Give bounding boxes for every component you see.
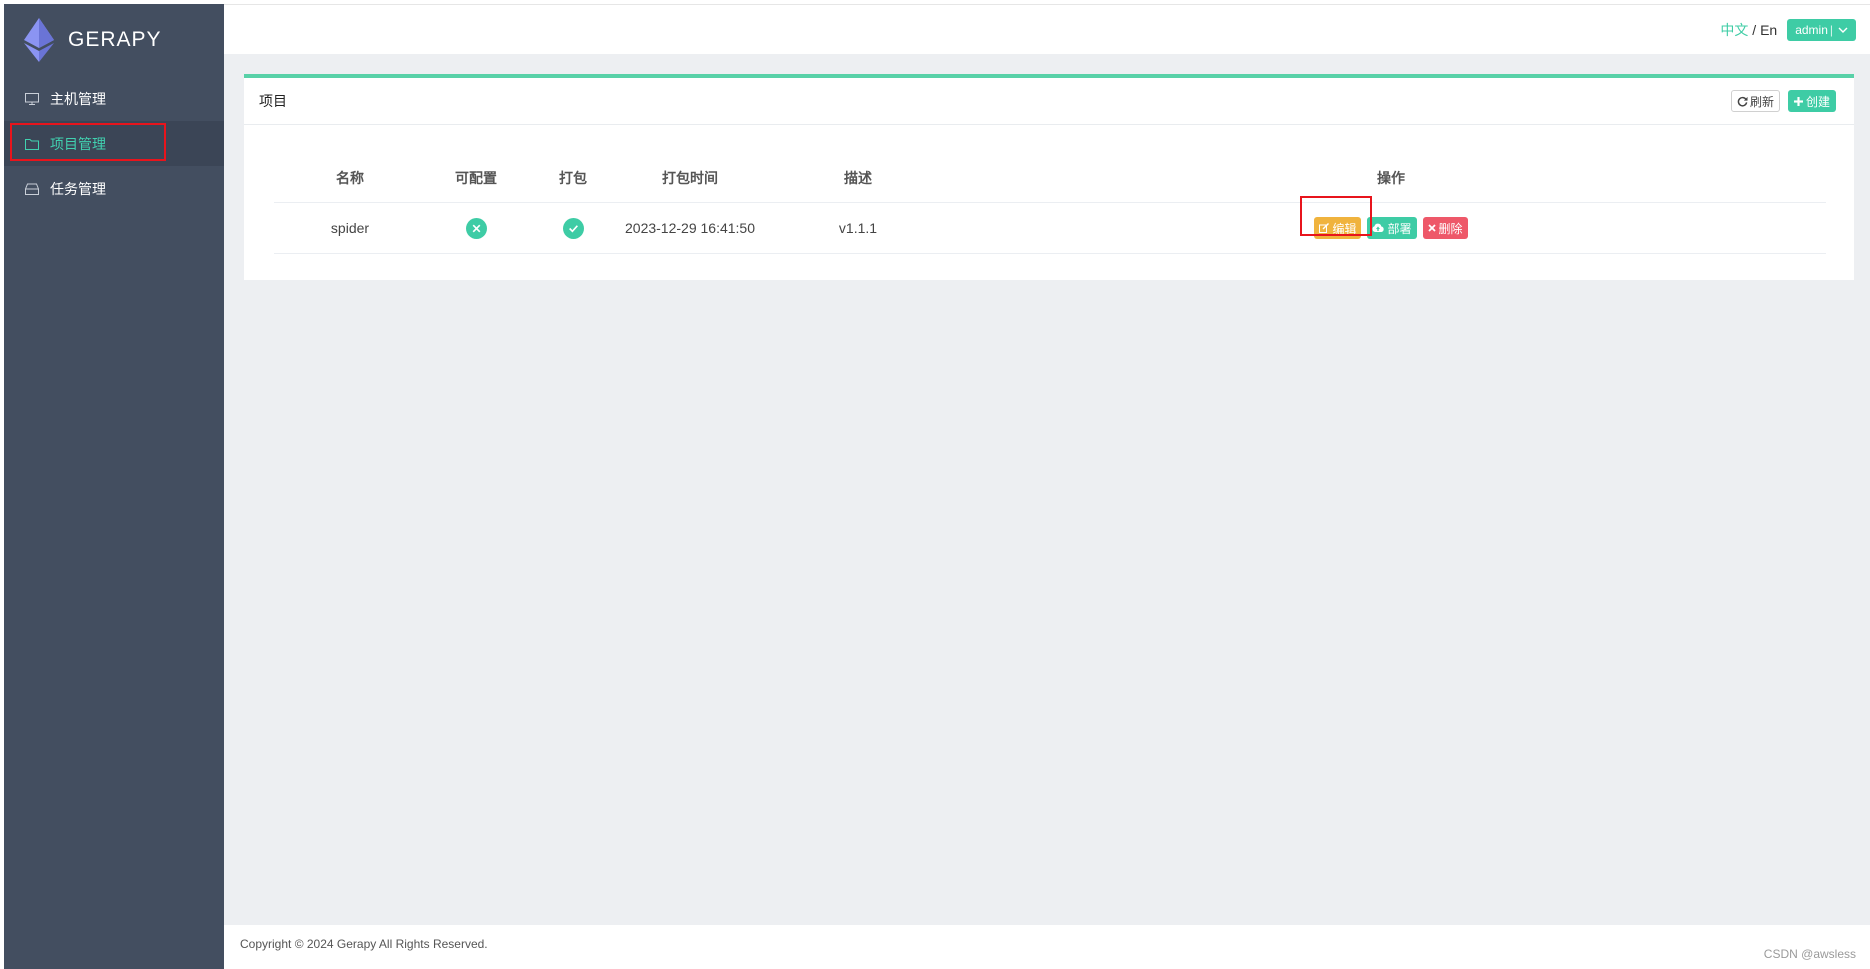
configurable-cell xyxy=(426,202,526,254)
edit-label: 编辑 xyxy=(1332,221,1357,236)
refresh-icon xyxy=(1737,96,1748,106)
user-menu-separator: | xyxy=(1829,22,1833,37)
edit-button[interactable]: 编辑 xyxy=(1314,217,1362,239)
footer: Copyright © 2024 Gerapy All Rights Reser… xyxy=(224,925,1870,969)
page-title: 项目 xyxy=(259,93,287,109)
deploy-button[interactable]: 部署 xyxy=(1367,217,1417,239)
logo[interactable]: GERAPY xyxy=(4,4,224,76)
build-time: 2023-12-29 16:41:50 xyxy=(620,202,760,254)
sidebar-item-hosts[interactable]: 主机管理 xyxy=(4,76,224,121)
row-actions: 编辑 部署 删除 xyxy=(1300,196,1468,239)
table-header-row: 名称 可配置 打包 打包时间 描述 操作 xyxy=(274,154,1826,203)
sidebar-item-tasks[interactable]: 任务管理 xyxy=(4,166,224,211)
plus-icon xyxy=(1793,96,1803,106)
cloud-upload-icon xyxy=(1372,223,1385,232)
sidebar-item-label: 任务管理 xyxy=(50,180,106,197)
x-circle-icon xyxy=(465,217,487,239)
card-header: 项目 刷新 创建 xyxy=(244,78,1854,125)
packaged-cell xyxy=(526,202,620,254)
project-name: spider xyxy=(274,202,426,254)
close-icon xyxy=(1427,224,1436,232)
column-header-packaged: 打包 xyxy=(526,154,620,203)
main-area: 中文 / En admin | 项目 刷新 创建 名称 可配置 打包 打包时间 … xyxy=(224,4,1870,969)
delete-label: 删除 xyxy=(1438,221,1463,236)
lang-zh-link[interactable]: 中文 xyxy=(1720,20,1748,40)
table-row: spider 2023-12-29 16:41:50 v1.1.1 编辑 部署 … xyxy=(274,196,1826,254)
user-menu-button[interactable]: admin | xyxy=(1787,18,1856,41)
task-icon xyxy=(24,182,40,196)
check-circle-icon xyxy=(562,217,584,239)
actions-cell: 编辑 部署 删除 xyxy=(956,196,1826,254)
copyright-text: Copyright © 2024 Gerapy All Rights Reser… xyxy=(240,937,488,951)
edit-icon xyxy=(1319,223,1330,233)
header-actions: 刷新 创建 xyxy=(1730,90,1836,112)
sidebar-item-label: 主机管理 xyxy=(50,90,106,107)
refresh-label: 刷新 xyxy=(1749,94,1774,109)
create-label: 创建 xyxy=(1805,94,1830,109)
lang-en-link[interactable]: En xyxy=(1760,22,1777,38)
deploy-label: 部署 xyxy=(1387,221,1412,236)
ethereum-logo-icon xyxy=(24,18,54,62)
chevron-down-icon xyxy=(1838,27,1848,33)
column-header-actions: 操作 xyxy=(956,154,1826,203)
user-name: admin xyxy=(1795,22,1828,37)
column-header-build-time: 打包时间 xyxy=(620,154,760,203)
column-header-name: 名称 xyxy=(274,154,426,203)
column-header-description: 描述 xyxy=(760,154,956,203)
description: v1.1.1 xyxy=(760,202,956,254)
top-bar: 中文 / En admin | xyxy=(224,4,1870,54)
brand-name: GERAPY xyxy=(68,28,162,51)
create-button[interactable]: 创建 xyxy=(1787,90,1836,112)
refresh-button[interactable]: 刷新 xyxy=(1730,90,1780,112)
lang-separator: / xyxy=(1752,21,1757,38)
delete-button[interactable]: 删除 xyxy=(1422,217,1468,239)
folder-icon xyxy=(24,137,40,151)
monitor-icon xyxy=(24,92,40,106)
sidebar: GERAPY 主机管理 项目管理 任务管理 xyxy=(4,4,224,969)
column-header-configurable: 可配置 xyxy=(426,154,526,203)
watermark: CSDN @awsless xyxy=(1763,947,1856,961)
project-table: 名称 可配置 打包 打包时间 描述 操作 spider 2023-12-29 1… xyxy=(274,154,1826,254)
sidebar-item-label: 项目管理 xyxy=(50,135,106,152)
project-card: 项目 刷新 创建 名称 可配置 打包 打包时间 描述 操作 spider 202… xyxy=(244,74,1854,280)
sidebar-item-projects[interactable]: 项目管理 xyxy=(4,121,224,166)
